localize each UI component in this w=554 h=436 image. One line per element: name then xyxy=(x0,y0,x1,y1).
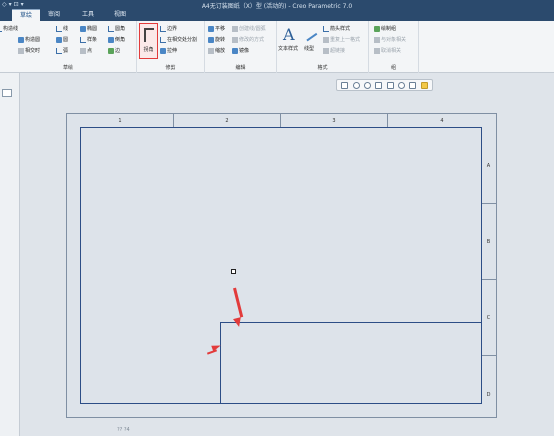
tab-tools[interactable]: 工具 xyxy=(78,9,98,21)
arrow-style-icon xyxy=(323,25,329,32)
construction-line-icon xyxy=(0,26,2,32)
layer-tree-icon[interactable] xyxy=(2,89,12,97)
edge-button[interactable]: 边 xyxy=(108,47,120,54)
intersect-button[interactable]: 相交时 xyxy=(18,47,40,54)
scale-button[interactable]: 缩放 xyxy=(208,47,225,54)
text-style-icon: A xyxy=(283,25,295,44)
boundary-icon xyxy=(160,25,166,32)
repaint-icon[interactable] xyxy=(375,81,383,89)
line-icon xyxy=(56,25,62,32)
zone-row: B xyxy=(481,204,496,280)
tab-sketch[interactable]: 草绘 xyxy=(12,9,40,21)
point-button[interactable]: 点 xyxy=(80,47,92,54)
text-style-button[interactable]: 文本样式 xyxy=(278,45,298,52)
chamfer-button[interactable]: 倒角 xyxy=(108,36,125,43)
tab-file[interactable] xyxy=(0,9,12,21)
relate-to-object-button[interactable]: 与对象相关 xyxy=(374,36,406,43)
draw-group-icon xyxy=(374,25,380,32)
group-group-label: 组 xyxy=(390,65,396,71)
ellipse-icon xyxy=(80,25,86,32)
ellipse-button[interactable]: 椭圆 xyxy=(80,25,97,32)
zone-column: 3 xyxy=(281,114,388,128)
sheet-icon[interactable] xyxy=(398,81,406,89)
line-style-icon xyxy=(300,24,318,42)
menu-bar: 草绘 审阅 工具 视图 xyxy=(0,9,554,21)
hyperlink-icon xyxy=(323,47,329,54)
pan-icon[interactable] xyxy=(386,81,394,89)
mirror-button[interactable]: 镜像 xyxy=(232,47,249,54)
boundary-button[interactable]: 边界 xyxy=(160,25,177,32)
create-line-arc-icon xyxy=(232,25,238,32)
display-icon[interactable] xyxy=(409,81,417,89)
annotation-display-icon[interactable] xyxy=(420,81,428,89)
stretch-icon xyxy=(160,47,166,54)
mirror-icon xyxy=(232,47,238,54)
tab-view[interactable]: 视图 xyxy=(110,9,130,21)
translate-button[interactable]: 平移 xyxy=(208,25,225,32)
drawing-origin-marker[interactable] xyxy=(231,269,236,274)
sketch-group-label: 草绘 xyxy=(62,65,73,71)
spline-icon xyxy=(80,36,86,43)
fillet-icon xyxy=(108,25,114,32)
construction-circle-button[interactable]: 构造圆 xyxy=(18,36,40,43)
ribbon-group-group: 绘制组 与对象相关 取消相关 组 xyxy=(369,21,419,73)
ribbon-group-edit: 平移 旋转 缩放 创建线/圆弧 修改的方式 镜像 编辑 xyxy=(205,21,277,73)
hyperlink-button[interactable]: 超链接 xyxy=(323,47,345,54)
rotate-icon xyxy=(208,36,214,43)
translate-icon xyxy=(208,25,214,32)
zone-column: 2 xyxy=(174,114,281,128)
circle-button[interactable]: 圆 xyxy=(56,36,68,43)
trim-group-label: 修剪 xyxy=(165,65,176,71)
model-tree-pane xyxy=(0,73,20,436)
arrow-style-button[interactable]: 箭头样式 xyxy=(323,25,350,32)
draw-group-button[interactable]: 绘制组 xyxy=(374,25,396,32)
spline-button[interactable]: 样条 xyxy=(80,36,97,43)
zone-column: 1 xyxy=(67,114,174,128)
stretch-button[interactable]: 拉伸 xyxy=(160,47,177,54)
construction-line-button[interactable]: 构造线 xyxy=(0,25,18,32)
zone-row: D xyxy=(486,392,491,398)
line-style-button[interactable]: 线型 xyxy=(304,45,314,52)
zone-column: 4 xyxy=(440,118,444,124)
scale-icon xyxy=(208,47,214,54)
cursor-coordinates: ?? ?4 xyxy=(117,427,130,433)
point-icon xyxy=(80,47,86,54)
arc-icon xyxy=(56,47,62,54)
rotate-button[interactable]: 旋转 xyxy=(208,36,225,43)
ribbon-group-format: A 文本样式 线型 箭头样式 重复上一格式 超链接 格式 xyxy=(277,21,369,73)
corner-button[interactable]: 拐角 xyxy=(139,23,158,59)
fillet-button[interactable]: 圆角 xyxy=(108,25,125,32)
relate-icon xyxy=(374,36,380,43)
zone-row: A xyxy=(481,128,496,204)
graphics-toolbar xyxy=(336,79,433,91)
tab-review[interactable]: 审阅 xyxy=(44,9,64,21)
ribbon-group-sketch: 构造线 构造圆 相交时 线 圆 弧 椭圆 样条 点 圆角 倒角 边 草绘 xyxy=(0,21,137,73)
construction-circle-icon xyxy=(18,36,24,43)
chamfer-icon xyxy=(108,36,114,43)
title-block[interactable] xyxy=(220,322,482,404)
modify-mode-icon xyxy=(232,36,238,43)
create-line-arc-button[interactable]: 创建线/圆弧 xyxy=(232,25,266,32)
edge-icon xyxy=(108,47,114,54)
ribbon: 构造线 构造圆 相交时 线 圆 弧 椭圆 样条 点 圆角 倒角 边 草绘 边界 … xyxy=(0,21,554,73)
zoom-in-icon[interactable] xyxy=(352,81,360,89)
intersect-icon xyxy=(18,47,24,54)
line-button[interactable]: 线 xyxy=(56,25,68,32)
arc-button[interactable]: 弧 xyxy=(56,47,68,54)
edit-group-label: 编辑 xyxy=(235,65,246,71)
zoom-out-icon[interactable] xyxy=(363,81,371,89)
split-at-intersection-button[interactable]: 在相交处分割 xyxy=(160,36,197,43)
unrelate-button[interactable]: 取消相关 xyxy=(374,47,401,54)
repeat-last-format-button[interactable]: 重复上一格式 xyxy=(323,36,360,43)
circle-icon xyxy=(56,36,62,43)
unrelate-icon xyxy=(374,47,380,54)
title-bar: ◇ ▾ ⊡ ▾ A4无订装图纸（X）型 (活动的) - Creo Paramet… xyxy=(0,0,554,10)
refit-icon[interactable] xyxy=(341,81,349,89)
modify-mode-button[interactable]: 修改的方式 xyxy=(232,36,264,43)
zone-row: C xyxy=(481,280,496,356)
repeat-format-icon xyxy=(323,36,329,43)
format-group-label: 格式 xyxy=(317,65,328,71)
corner-icon xyxy=(144,28,154,42)
split-icon xyxy=(160,36,166,43)
